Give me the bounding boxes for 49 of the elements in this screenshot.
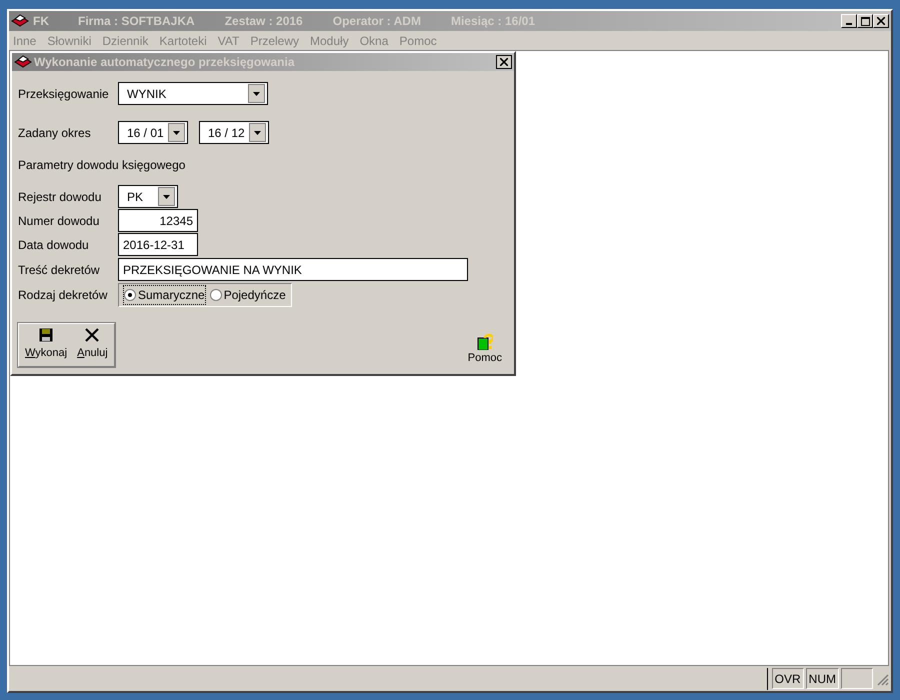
app-icon — [14, 55, 32, 69]
caret-icon — [254, 130, 261, 134]
dropdown-button[interactable] — [249, 123, 266, 142]
field-label: Data dowodu — [18, 236, 90, 254]
przeksiegowanie-dropdown[interactable]: WYNIK — [118, 82, 268, 105]
dropdown-button[interactable] — [158, 187, 175, 206]
period-from-dropdown[interactable]: 16 / 01 — [118, 121, 188, 144]
field-label: Przeksięgowanie — [18, 86, 110, 102]
caret-icon — [253, 92, 260, 96]
help-button[interactable]: Pomoc — [468, 334, 502, 366]
field-label: Zadany okres — [18, 124, 92, 142]
execute-button[interactable]: Wykonaj — [25, 328, 68, 362]
resize-grip-icon[interactable] — [875, 672, 889, 686]
status-indicator: NUM — [806, 668, 839, 689]
maximize-button[interactable] — [857, 14, 873, 28]
close-icon — [500, 58, 508, 66]
field-label: Treść dekretów — [18, 262, 101, 278]
app-icon — [11, 14, 29, 28]
field-label: Rejestr dowodu — [18, 188, 102, 206]
radio-icon — [210, 289, 222, 301]
minimize-button[interactable] — [841, 14, 857, 28]
cancel-button[interactable]: Anuluj — [77, 328, 108, 362]
maximize-icon — [860, 16, 870, 26]
period-to-dropdown[interactable]: 16 / 12 — [199, 121, 269, 144]
radio-option[interactable]: Pojedyńcze — [210, 286, 286, 304]
dropdown-button[interactable] — [168, 123, 185, 142]
input-field[interactable]: 2016-12-31 — [118, 233, 198, 256]
window-title: FK — [33, 13, 50, 30]
close-icon — [85, 328, 100, 342]
field-label: Numer dowodu — [18, 212, 100, 230]
rejestr-dropdown[interactable]: PK — [118, 185, 178, 208]
input-field[interactable]: 12345 — [118, 209, 198, 232]
section-label: Parametry dowodu księgowego — [18, 157, 186, 174]
field-label: Rodzaj dekretów — [18, 287, 108, 304]
radio-option[interactable]: Sumaryczne — [124, 286, 205, 304]
input-field[interactable]: PRZEKSIĘGOWANIE NA WYNIK — [118, 258, 468, 281]
window-title: Operator : ADM — [332, 13, 421, 30]
window-title: Firma : SOFTBAJKA — [78, 13, 195, 30]
status-panel — [841, 668, 873, 689]
caret-icon — [163, 194, 170, 198]
dialog-title: Wykonanie automatycznego przeksięgowania — [34, 54, 295, 71]
radio-icon — [124, 289, 136, 301]
close-icon — [877, 17, 885, 25]
dropdown-button[interactable] — [248, 84, 265, 103]
caret-icon — [173, 130, 180, 134]
help-book-icon — [476, 334, 493, 350]
window-title: Zestaw : 2016 — [224, 13, 303, 30]
close-button[interactable] — [496, 55, 512, 69]
status-indicator: OVR — [772, 668, 804, 689]
